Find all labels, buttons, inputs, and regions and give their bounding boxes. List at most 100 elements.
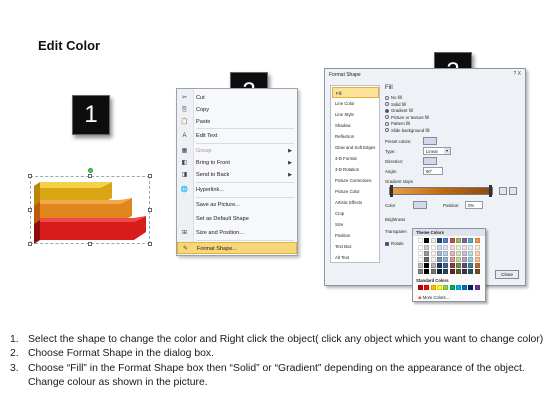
theme-color-swatch[interactable] xyxy=(462,263,468,268)
theme-color-swatch[interactable] xyxy=(424,245,430,250)
theme-color-swatch[interactable] xyxy=(474,251,480,256)
nav-item-alt-text[interactable]: Alt Text xyxy=(332,252,379,263)
preset-colors-button[interactable] xyxy=(423,137,437,145)
nav-item-artistic-effects[interactable]: Artistic Effects xyxy=(332,197,379,208)
theme-color-swatch[interactable] xyxy=(474,269,480,274)
theme-color-swatch[interactable] xyxy=(455,245,461,250)
theme-color-swatch[interactable] xyxy=(468,251,474,256)
fill-option-radio[interactable]: No fill xyxy=(385,95,402,101)
menu-item-hyperlink[interactable]: 🌐 Hyperlink... xyxy=(177,184,297,196)
theme-color-swatch[interactable] xyxy=(418,251,423,256)
theme-color-swatch[interactable] xyxy=(443,257,449,262)
position-input[interactable]: 0% xyxy=(465,201,483,209)
resize-handle[interactable] xyxy=(148,174,152,178)
theme-color-swatch[interactable] xyxy=(455,251,461,256)
nav-item-line-color[interactable]: Line Color xyxy=(332,98,379,109)
theme-color-swatch[interactable] xyxy=(424,251,430,256)
theme-color-swatch[interactable] xyxy=(436,263,442,268)
theme-color-swatch[interactable] xyxy=(430,263,436,268)
theme-color-swatch[interactable] xyxy=(449,238,455,243)
standard-color-swatch[interactable] xyxy=(462,285,468,290)
resize-handle[interactable] xyxy=(148,208,152,212)
menu-item-set-as-default-shape[interactable]: Set as Default Shape xyxy=(177,213,297,225)
theme-color-swatch[interactable] xyxy=(424,257,430,262)
nav-item-crop[interactable]: Crop xyxy=(332,208,379,219)
theme-color-swatch[interactable] xyxy=(455,257,461,262)
nav-item-text-box[interactable]: Text Box xyxy=(332,241,379,252)
theme-color-swatch[interactable] xyxy=(418,257,423,262)
menu-item-edit-text[interactable]: A Edit Text xyxy=(177,130,297,142)
fill-option-radio[interactable]: Pattern fill xyxy=(385,121,410,127)
resize-handle[interactable] xyxy=(28,242,32,246)
resize-handle[interactable] xyxy=(148,242,152,246)
nav-item-line-style[interactable]: Line Style xyxy=(332,109,379,120)
resize-handle[interactable] xyxy=(28,174,32,178)
resize-handle[interactable] xyxy=(28,208,32,212)
selected-arrow-shapes[interactable] xyxy=(28,168,152,248)
theme-color-swatch[interactable] xyxy=(424,238,430,243)
dialog-window-controls[interactable]: ? X xyxy=(513,71,521,77)
theme-color-swatch[interactable] xyxy=(418,263,423,268)
theme-color-swatch[interactable] xyxy=(474,245,480,250)
standard-color-swatch[interactable] xyxy=(424,285,430,290)
theme-color-swatch[interactable] xyxy=(418,238,423,243)
theme-color-swatch[interactable] xyxy=(449,257,455,262)
theme-color-swatch[interactable] xyxy=(436,257,442,262)
standard-color-swatch[interactable] xyxy=(443,285,449,290)
theme-color-swatch[interactable] xyxy=(455,269,461,274)
theme-color-swatch[interactable] xyxy=(462,251,468,256)
theme-color-swatch[interactable] xyxy=(418,269,423,274)
theme-color-swatch[interactable] xyxy=(424,269,430,274)
theme-color-swatch[interactable] xyxy=(462,238,468,243)
standard-color-swatch[interactable] xyxy=(449,285,455,290)
gradient-stops-bar[interactable] xyxy=(389,187,493,195)
menu-item-size-and-position[interactable]: ⊞ Size and Position... xyxy=(177,227,297,239)
theme-color-swatch[interactable] xyxy=(430,245,436,250)
theme-color-swatch[interactable] xyxy=(474,257,480,262)
theme-color-swatch[interactable] xyxy=(430,269,436,274)
theme-color-swatch[interactable] xyxy=(443,251,449,256)
direction-button[interactable] xyxy=(423,157,437,165)
color-button[interactable] xyxy=(413,201,427,209)
nav-item-fill[interactable]: Fill xyxy=(332,87,379,98)
standard-color-swatch[interactable] xyxy=(455,285,461,290)
theme-color-swatch[interactable] xyxy=(443,263,449,268)
theme-color-swatch[interactable] xyxy=(449,269,455,274)
fill-option-radio[interactable]: Slide background fill xyxy=(385,128,429,134)
nav-item-3-d-rotation[interactable]: 3-D Rotation xyxy=(332,164,379,175)
theme-color-swatch[interactable] xyxy=(443,245,449,250)
resize-handle[interactable] xyxy=(88,242,92,246)
theme-color-swatch[interactable] xyxy=(430,251,436,256)
menu-item-paste[interactable]: 📋 Paste xyxy=(177,116,297,128)
nav-item-3-d-format[interactable]: 3-D Format xyxy=(332,153,379,164)
standard-color-swatch[interactable] xyxy=(436,285,442,290)
remove-stop-button[interactable] xyxy=(509,187,517,195)
nav-item-picture-corrections[interactable]: Picture Corrections xyxy=(332,175,379,186)
nav-item-picture-color[interactable]: Picture Color xyxy=(332,186,379,197)
theme-color-swatch[interactable] xyxy=(449,245,455,250)
theme-color-swatch[interactable] xyxy=(436,251,442,256)
theme-color-swatch[interactable] xyxy=(436,238,442,243)
nav-item-reflection[interactable]: Reflection xyxy=(332,131,379,142)
theme-color-swatch[interactable] xyxy=(455,263,461,268)
menu-item-format-shape[interactable]: ✎ Format Shape... xyxy=(177,242,297,254)
theme-color-swatch[interactable] xyxy=(418,245,423,250)
standard-color-swatch[interactable] xyxy=(430,285,436,290)
theme-color-swatch[interactable] xyxy=(424,263,430,268)
theme-color-swatch[interactable] xyxy=(430,257,436,262)
standard-color-swatch[interactable] xyxy=(468,285,474,290)
theme-color-swatch[interactable] xyxy=(455,238,461,243)
nav-item-glow-and-soft-edges[interactable]: Glow and Soft Edges xyxy=(332,142,379,153)
theme-color-swatch[interactable] xyxy=(462,245,468,250)
more-colors-link[interactable]: ◉ More Colors... xyxy=(418,295,449,300)
menu-item-group[interactable]: ▦ Group ▶ xyxy=(177,145,297,157)
theme-color-swatch[interactable] xyxy=(430,238,436,243)
theme-color-swatch[interactable] xyxy=(468,269,474,274)
theme-color-swatch[interactable] xyxy=(443,238,449,243)
menu-item-bring-to-front[interactable]: ◧ Bring to Front ▶ xyxy=(177,157,297,169)
theme-color-swatch[interactable] xyxy=(443,269,449,274)
add-stop-button[interactable] xyxy=(499,187,507,195)
fill-option-radio[interactable]: Picture or texture fill xyxy=(385,115,429,121)
menu-item-save-as-picture[interactable]: Save as Picture... xyxy=(177,199,297,211)
gradient-stop-handle[interactable] xyxy=(390,185,393,197)
